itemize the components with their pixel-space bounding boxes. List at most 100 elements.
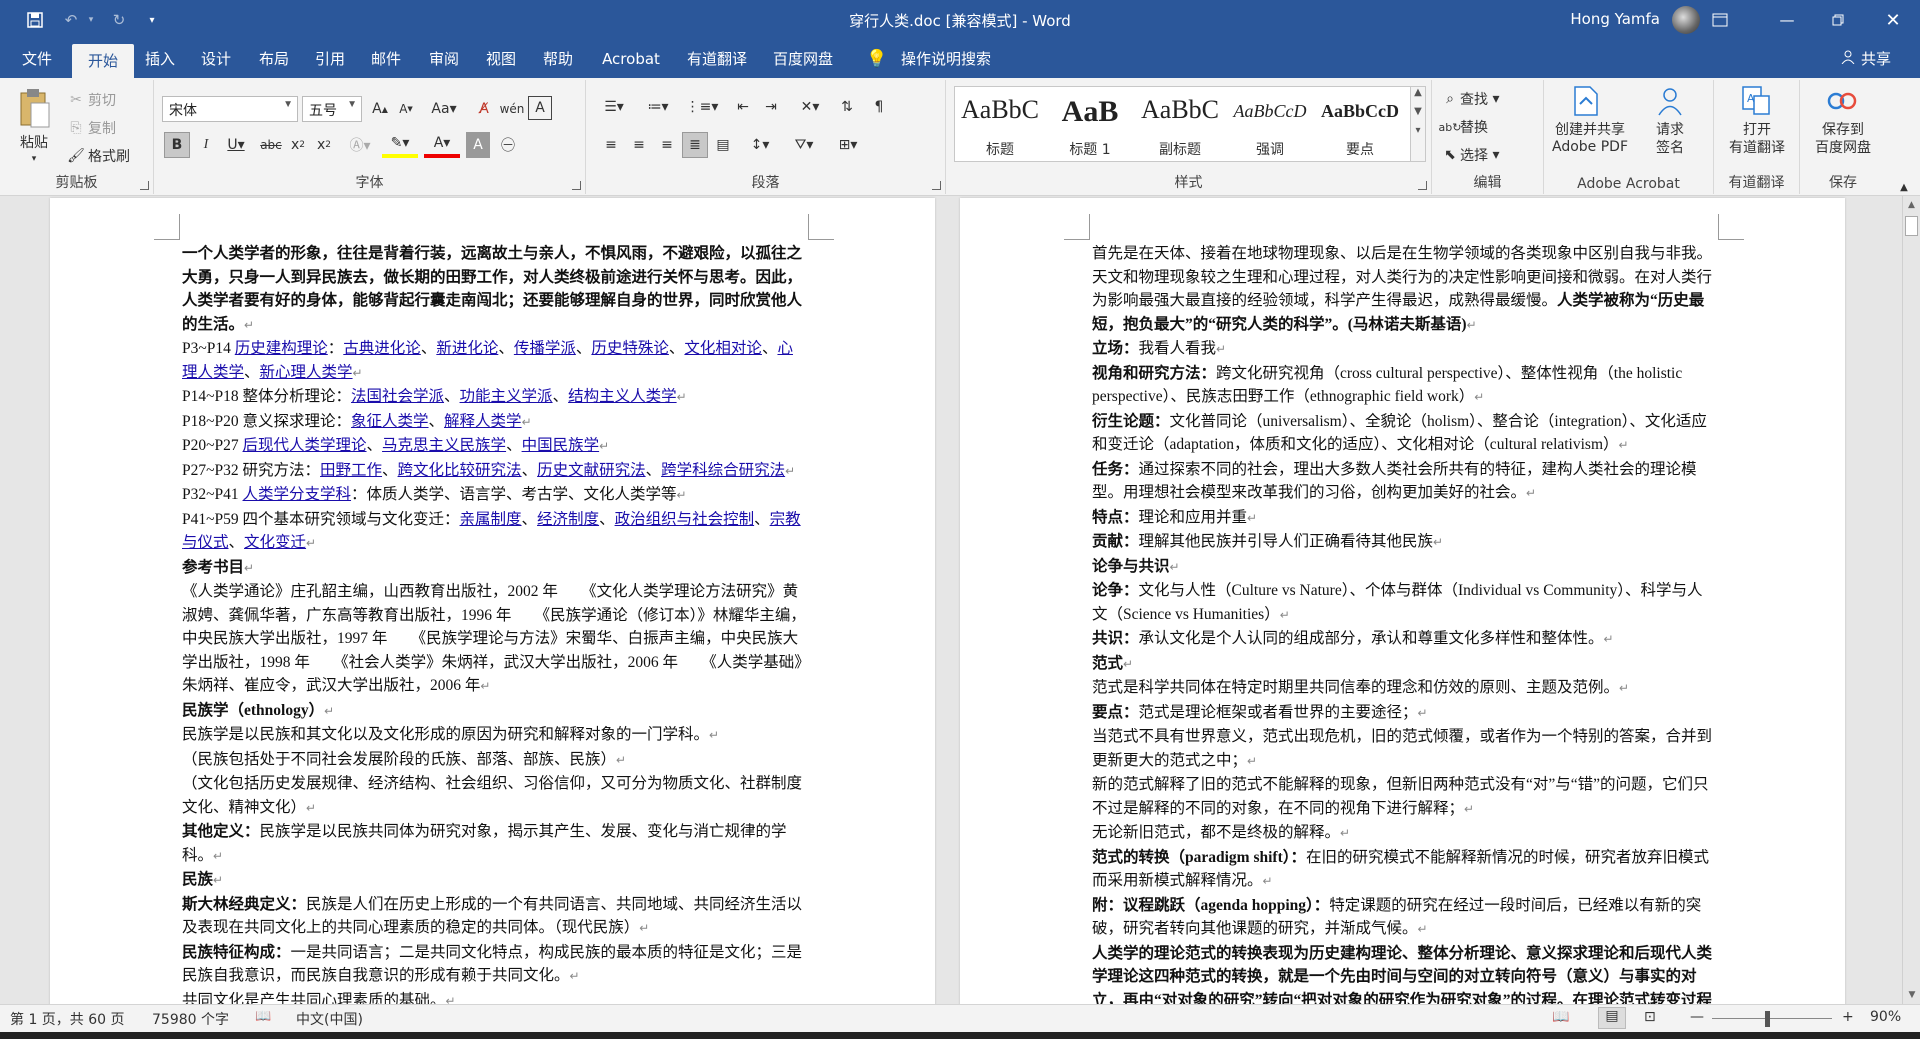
character-shading-icon[interactable]: A	[466, 132, 490, 158]
paragraph[interactable]: 要点：范式是理论框架或者看世界的主要途径；↵	[1092, 701, 1718, 726]
tab-review[interactable]: 审阅	[418, 40, 470, 78]
minimize-icon[interactable]: —	[1764, 0, 1810, 40]
align-right-icon[interactable]: ≡	[654, 132, 680, 158]
superscript-icon[interactable]: x2	[312, 132, 336, 158]
chinese-layout-icon[interactable]: ✕▾	[792, 94, 828, 120]
styles-launcher-icon[interactable]: .	[1418, 181, 1427, 190]
hyperlink[interactable]: 经济制度	[537, 511, 599, 528]
left-page-text[interactable]: 一个人类学者的形象，往往是背着行装，远离故土与亲人，不惧风雨，不避艰险，以孤往之…	[182, 242, 808, 1004]
hyperlink[interactable]: 中国民族学	[522, 437, 600, 454]
paragraph[interactable]: 附：议程跳跃（agenda hopping）：特定课题的研究在经过一段时间后，已…	[1092, 894, 1718, 942]
chevron-down-icon[interactable]: ▼	[1411, 106, 1425, 117]
collapse-ribbon-icon[interactable]: ▲	[1894, 180, 1914, 194]
paragraph[interactable]: 民族学是以民族和其文化以及文化形成的原因为研究和解释对象的一门学科。↵	[182, 723, 808, 748]
align-center-icon[interactable]: ≡	[626, 132, 652, 158]
hyperlink[interactable]: 历史建构理论	[235, 340, 328, 357]
youdao-translate-icon[interactable]: A	[1736, 84, 1776, 118]
borders-icon[interactable]: ⊞▾	[830, 132, 866, 158]
paragraph[interactable]: 斯大林经典定义：民族是人们在历史上形成的一个有共同语言、共同地域、共同经济生活以…	[182, 893, 808, 941]
paragraph[interactable]: 范式↵	[1092, 652, 1718, 677]
style-emphasis[interactable]: AaBbCcD 强调	[1225, 87, 1315, 163]
font-size-select[interactable]: 五号 ▼	[302, 96, 362, 122]
font-family-select[interactable]: 宋体 ▼	[162, 96, 298, 122]
word-count[interactable]: 75980 个字	[152, 1009, 229, 1029]
tab-layout[interactable]: 布局	[248, 40, 300, 78]
increase-indent-icon[interactable]: ⇥	[758, 94, 784, 120]
baidu-save-label2[interactable]: 百度网盘	[1800, 138, 1886, 156]
tab-view[interactable]: 视图	[475, 40, 527, 78]
subscript-icon[interactable]: x2	[286, 132, 310, 158]
tab-acrobat[interactable]: Acrobat	[594, 40, 668, 78]
hyperlink[interactable]: 人类学分支学科	[243, 486, 352, 503]
paragraph[interactable]: 当范式不具有世界意义，范式出现危机，旧的范式倾覆，或者作为一个特别的答案，合并到…	[1092, 725, 1718, 773]
hyperlink[interactable]: 功能主义学派	[460, 388, 553, 405]
user-name[interactable]: Hong Yamfa	[1570, 10, 1660, 28]
request-signature-label2[interactable]: 签名	[1640, 138, 1700, 156]
hyperlink[interactable]: 象征人类学	[351, 413, 429, 430]
strikethrough-icon[interactable]: abc	[258, 132, 284, 158]
paragraph[interactable]: 其他定义：民族学是以民族共同体为研究对象，揭示其产生、发展、变化与消亡规律的学科…	[182, 820, 808, 868]
hyperlink[interactable]: 传播学派	[514, 340, 576, 357]
hyperlink[interactable]: 后现代人类学理论	[243, 437, 367, 454]
paragraph[interactable]: 范式是科学共同体在特定时期里共同信奉的理念和仿效的原则、主题及范例。↵	[1092, 676, 1718, 701]
hyperlink[interactable]: 田野工作	[320, 462, 382, 479]
create-pdf-icon[interactable]	[1566, 84, 1606, 118]
shading-icon[interactable]: ⛛▾	[786, 132, 822, 158]
paragraph[interactable]: 论争与共识↵	[1092, 555, 1718, 580]
paragraph[interactable]: 《人类学通论》庄孔韶主编，山西教育出版社，2002 年 《文化人类学理论方法研究…	[182, 580, 808, 699]
restore-icon[interactable]	[1810, 0, 1866, 40]
paragraph[interactable]: 共同文化是产生共同心理素质的基础。↵	[182, 989, 808, 1005]
paragraph[interactable]: P41~P59 四个基本研究领域与文化变迁：亲属制度、经济制度、政治组织与社会控…	[182, 508, 808, 556]
paragraph[interactable]: P18~P20 意义探求理论：象征人类学、解释人类学↵	[182, 410, 808, 435]
bold-icon[interactable]: B	[164, 132, 190, 158]
clipboard-launcher-icon[interactable]: .	[140, 181, 149, 190]
tab-mailings[interactable]: 邮件	[360, 40, 412, 78]
decrease-indent-icon[interactable]: ⇤	[730, 94, 756, 120]
chevron-up-icon[interactable]: ▲	[1903, 196, 1920, 214]
cut-icon[interactable]: ✂	[66, 90, 86, 110]
chevron-up-icon[interactable]: ▲	[1411, 87, 1425, 98]
text-effects-icon[interactable]: Ⓐ▾	[342, 132, 378, 158]
replace-button[interactable]: 替换	[1460, 116, 1520, 138]
create-pdf-label2[interactable]: Adobe PDF	[1544, 138, 1636, 156]
proofing-icon[interactable]: 📖	[255, 1009, 271, 1024]
paragraph[interactable]: 视角和研究方法：跨文化研究视角（cross cultural perspecti…	[1092, 362, 1718, 410]
replace-icon[interactable]: ab↻	[1439, 116, 1462, 138]
paragraph[interactable]: （民族包括处于不同社会发展阶段的氏族、部落、部族、民族）↵	[182, 748, 808, 773]
zoom-slider[interactable]	[1712, 1018, 1832, 1019]
paste-icon[interactable]	[10, 86, 58, 130]
numbering-icon[interactable]: ≔▾	[640, 94, 676, 120]
scroll-thumb[interactable]	[1905, 216, 1918, 236]
share-icon[interactable]	[1836, 40, 1860, 78]
paragraph[interactable]: P32~P41 人类学分支学科：体质人类学、语言学、考古学、文化人类学等↵	[182, 483, 808, 508]
redo-icon[interactable]: ↻	[106, 0, 132, 40]
hyperlink[interactable]: 古典进化论	[343, 340, 421, 357]
tab-youdao[interactable]: 有道翻译	[680, 40, 754, 78]
youdao-open-label2[interactable]: 有道翻译	[1714, 138, 1800, 156]
undo-icon[interactable]: ↶	[58, 0, 84, 40]
paragraph[interactable]: 民族↵	[182, 868, 808, 893]
paragraph[interactable]: 范式的转换（paradigm shift）：在旧的研究模式不能解释新情况的时候，…	[1092, 846, 1718, 894]
find-button[interactable]: 查找 ▾	[1460, 88, 1520, 110]
hyperlink[interactable]: 解释人类学	[444, 413, 522, 430]
style-heading1[interactable]: AaB 标题 1	[1045, 87, 1135, 163]
hyperlink[interactable]: 亲属制度	[460, 511, 522, 528]
italic-icon[interactable]: I	[194, 132, 218, 158]
ribbon-display-icon[interactable]	[1700, 0, 1740, 40]
phonetic-guide-icon[interactable]: wén	[500, 96, 525, 122]
paragraph[interactable]: 立场：我看人看我↵	[1092, 337, 1718, 362]
paragraph[interactable]: 衍生论题：文化普同论（universalism）、全貌论（holism）、整合论…	[1092, 410, 1718, 458]
paragraph[interactable]: （文化包括历史发展规律、经济结构、社会组织、习俗信仰，又可分为物质文化、社群制度…	[182, 772, 808, 820]
enclose-characters-icon[interactable]: ㊀	[496, 132, 520, 158]
styles-gallery-scroll[interactable]: ▲ ▼ ▾	[1410, 86, 1426, 162]
paste-dropdown-icon[interactable]: ▾	[20, 152, 48, 166]
tell-me-search[interactable]: 操作说明搜索	[892, 40, 1000, 78]
request-signature-label[interactable]: 请求	[1640, 120, 1700, 138]
paragraph[interactable]: 人类学的理论范式的转换表现为历史建构理论、整体分析理论、意义探求理论和后现代人类…	[1092, 942, 1718, 1005]
hyperlink[interactable]: 法国社会学派	[351, 388, 444, 405]
paragraph[interactable]: P14~P18 整体分析理论：法国社会学派、功能主义学派、结构主义人类学↵	[182, 385, 808, 410]
paragraph[interactable]: 共识：承认文化是个人认同的组成部分，承认和尊重文化多样性和整体性。↵	[1092, 627, 1718, 652]
baidu-netdisk-icon[interactable]	[1822, 84, 1862, 118]
paragraph[interactable]: 民族特征构成：一是共同语言；二是共同文化特点，构成民族的最本质的特征是文化；三是…	[182, 941, 808, 989]
share-button[interactable]: 共享	[1858, 40, 1894, 78]
